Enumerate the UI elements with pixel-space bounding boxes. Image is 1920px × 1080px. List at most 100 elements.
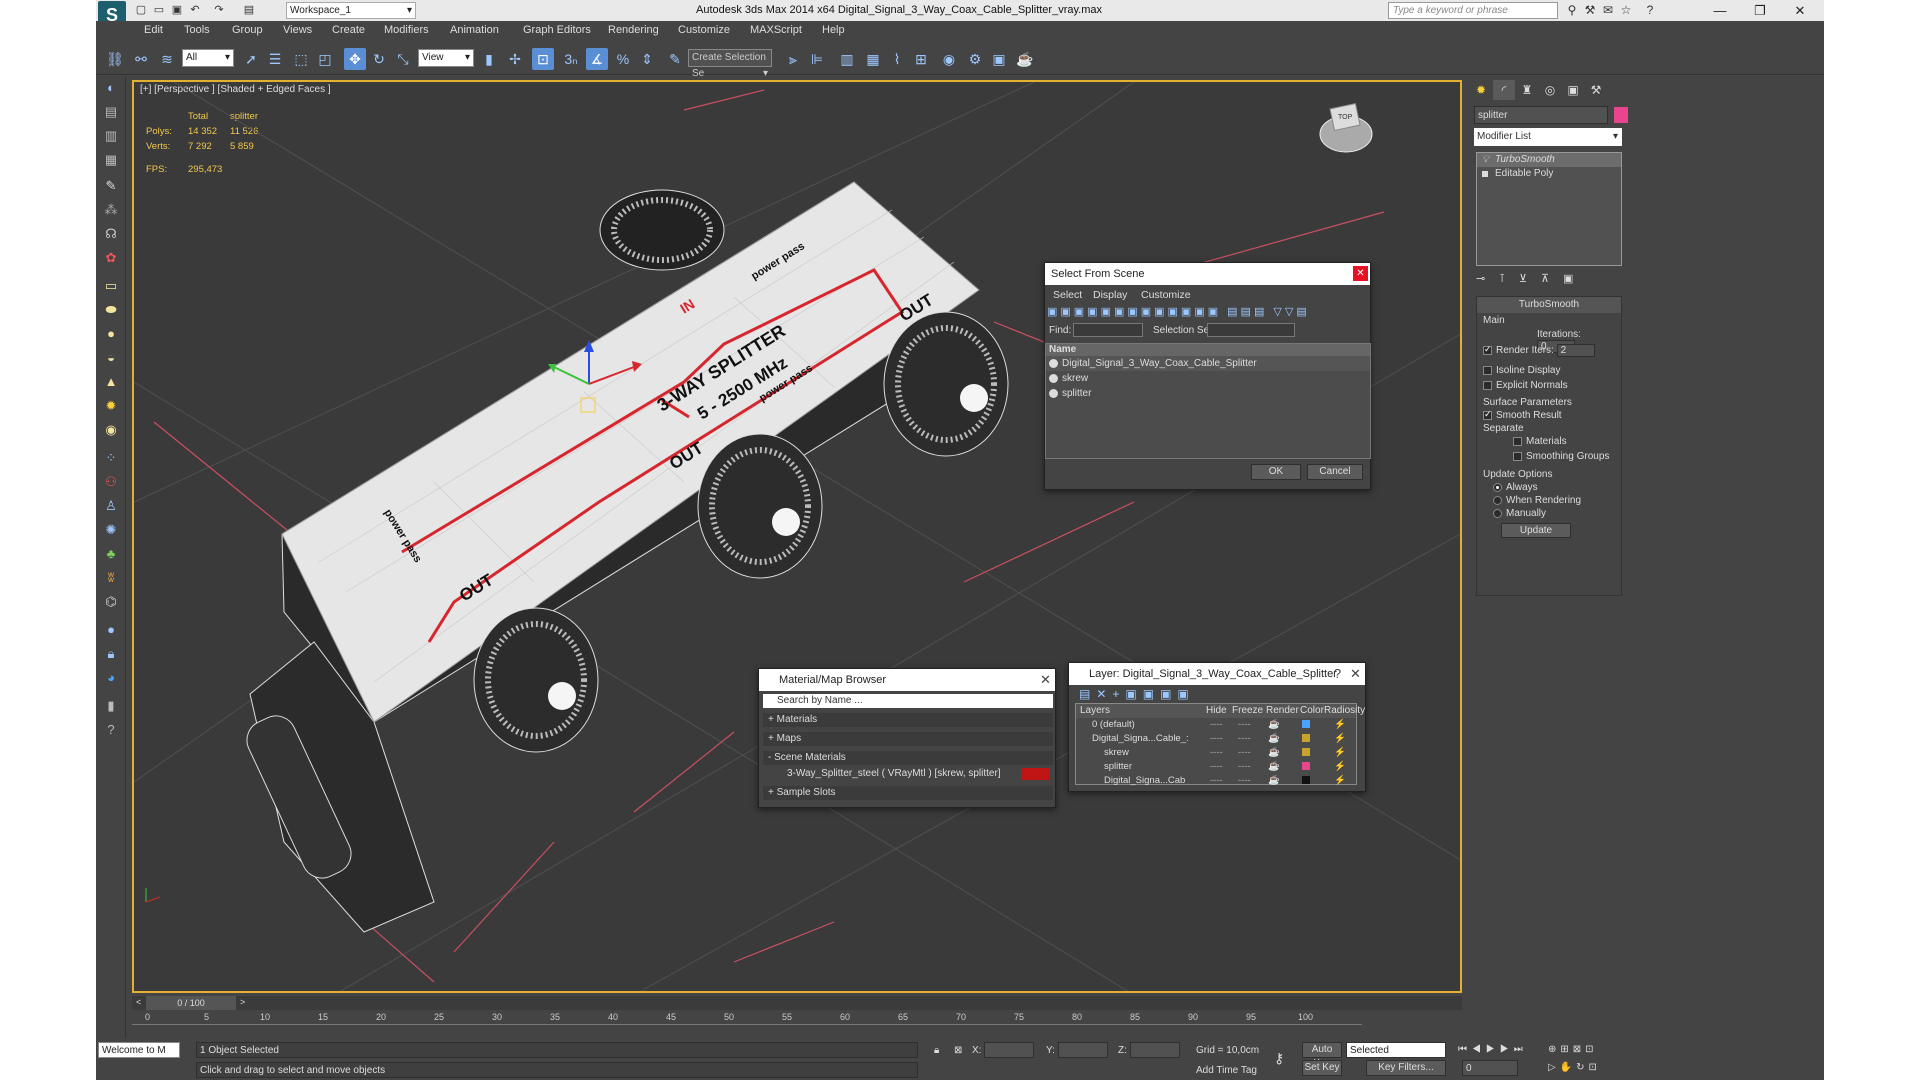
info-icon[interactable]: ? [101,720,121,740]
percent-snap-icon[interactable]: % [612,48,634,70]
layer-row[interactable]: Digital_Signa...Cable_: ---- ---- ☕ ⚡ [1076,732,1356,746]
key-filters-button[interactable]: Key Filters... [1366,1060,1446,1076]
separate-materials-checkbox[interactable] [1513,436,1522,446]
lock-selection-icon[interactable]: 🔒︎ [934,1045,939,1056]
minimize-button[interactable]: — [1700,0,1740,21]
menu-views[interactable]: Views [283,24,312,36]
edit-named-sel-icon[interactable]: ✎ [664,48,686,70]
ribbon-icon[interactable]: ▦ [862,48,884,70]
grid-icon[interactable]: ▦ [101,150,121,170]
viewport-nav-controls[interactable]: ⊕⊞⊠⊡ [1548,1044,1598,1055]
new-icon[interactable]: ▢ [134,3,148,17]
communication-icon[interactable]: ✉ [1600,3,1616,18]
set-key-button[interactable]: Set Key [1302,1060,1342,1076]
viewcube[interactable]: TOP [1319,102,1373,153]
perspective-viewport[interactable]: [+] [Perspective ] [Shaded + Edged Faces… [132,80,1462,993]
pyramid-icon[interactable]: ▲ [101,372,121,392]
mmb-maps-group[interactable]: + Maps [763,732,1053,746]
smooth-result-checkbox[interactable] [1483,409,1492,420]
menu-edit[interactable]: Edit [144,24,163,36]
bind-space-warp-icon[interactable]: ≋ [156,48,178,70]
keyboard-shortcut-override-icon[interactable]: ⊡ [532,48,554,70]
light-icon[interactable]: ☊ [101,224,121,244]
particles-icon[interactable]: ⁘ [101,448,121,468]
menu-graph-editors[interactable]: Graph Editors [523,24,591,36]
mmb-close-button[interactable]: ✕ [1038,672,1053,687]
layer-row[interactable]: Digital_Signa...Cab ---- ---- ☕ ⚡ [1076,774,1356,788]
menu-create[interactable]: Create [332,24,365,36]
sun-icon[interactable]: ✹ [101,396,121,416]
layer-row[interactable]: skrew ---- ---- ☕ ⚡ [1076,746,1356,760]
bluesphere-icon[interactable]: ◕ [101,668,121,688]
sfs-item-digital-signal[interactable]: Digital_Signal_3_Way_Coax_Cable_Splitter [1046,356,1370,371]
pivot-center-icon[interactable]: ▮ [478,48,500,70]
hierarchy-tab-icon[interactable]: ♜ [1516,80,1538,100]
search-input[interactable]: Type a keyword or phrase [1388,2,1558,19]
track-bar[interactable]: 0 5 10 15 20 25 30 35 40 45 50 55 60 65 … [132,1012,1462,1036]
time-next-icon[interactable]: > [240,997,245,1007]
favorites-icon[interactable]: ☆ [1618,3,1634,18]
viewport-nav-controls-2[interactable]: ▷✋↻⊡ [1548,1062,1601,1073]
sfs-col-name[interactable]: Name [1046,344,1370,356]
project-folder-icon[interactable]: ▤ [242,3,256,17]
layer-row[interactable]: 0 (default) ---- ---- ☕ ⚡ [1076,718,1356,732]
selection-filter-dropdown[interactable]: All ▾ [182,49,234,67]
window-crossing-icon[interactable]: ◰ [314,48,336,70]
menu-customize[interactable]: Customize [678,24,730,36]
unlink-icon[interactable]: ⚯ [130,48,152,70]
subscription-icon[interactable]: ⚒ [1582,3,1598,18]
update-always-radio[interactable] [1493,482,1502,492]
redo-icon[interactable]: ↷ [212,3,226,17]
stack-item-turbosmooth[interactable]: 💡︎ TurboSmooth [1477,153,1621,167]
render-icon[interactable]: ▤ [101,102,121,122]
bowl-icon[interactable]: ◒ [101,348,121,368]
sfs-find-input[interactable] [1073,323,1143,337]
sfs-item-skrew[interactable]: skrew [1046,371,1370,386]
key-mode-dropdown[interactable]: Selected [1346,1042,1446,1058]
sfs-cancel-button[interactable]: Cancel [1307,464,1363,480]
menu-rendering[interactable]: Rendering [608,24,659,36]
rect-selection-icon[interactable]: ⬚ [290,48,312,70]
update-rendering-radio[interactable] [1493,495,1502,505]
key-icon[interactable]: ⚷ [1274,1050,1284,1067]
rollout-title[interactable]: TurboSmooth [1477,297,1621,313]
menu-animation[interactable]: Animation [450,24,499,36]
sfs-ok-button[interactable]: OK [1251,464,1301,480]
menu-modifiers[interactable]: Modifiers [384,24,429,36]
display-tab-icon[interactable]: ▣ [1562,80,1584,100]
render-iters-spinner[interactable]: 2 [1556,344,1595,357]
curve-editor-icon[interactable]: ⌇ [886,48,908,70]
close-button[interactable]: ✕ [1780,0,1820,21]
sfs-menu-display[interactable]: Display [1093,289,1127,301]
absolute-mode-icon[interactable]: ⊠ [954,1045,962,1056]
playback-controls[interactable]: ⏮◀▶▶⏭ [1458,1044,1528,1055]
graphite-icon[interactable]: ◐ [101,78,121,98]
menu-help[interactable]: Help [822,24,845,36]
cone-icon[interactable]: ⬬ [101,300,121,320]
menu-group[interactable]: Group [232,24,263,36]
render-setup-icon[interactable]: ⚙ [964,48,986,70]
object-name-input[interactable]: splitter [1474,106,1608,124]
named-selection-dropdown[interactable]: Create Selection Se ▾ [688,49,772,79]
panel-icon[interactable]: ▥ [101,126,121,146]
open-icon[interactable]: ▭ [152,3,166,17]
spinner-snap-icon[interactable]: ⇕ [636,48,658,70]
create-tab-icon[interactable]: ✹ [1470,80,1492,100]
time-prev-icon[interactable]: < [136,997,141,1007]
manipulate-icon[interactable]: ✢ [504,48,526,70]
mirror-icon[interactable]: ⫸ [782,48,804,70]
rendered-frame-icon[interactable]: ▣ [988,48,1010,70]
schematic-view-icon[interactable]: ⊞ [910,48,932,70]
modify-tab-icon[interactable]: ◜ [1493,80,1515,100]
stack-item-editable-poly[interactable]: Editable Poly [1477,167,1621,181]
time-slider-thumb[interactable]: 0 / 100 [146,996,236,1010]
utilities-tab-icon[interactable]: ⚒ [1585,80,1607,100]
disc-icon[interactable]: ◉ [101,420,121,440]
sfs-menu-customize[interactable]: Customize [1141,289,1191,301]
time-slider[interactable]: < 0 / 100 > [132,996,1462,1010]
maxscript-listener[interactable]: Welcome to M [98,1042,180,1058]
lock-icon[interactable]: 🔒︎ [101,644,121,664]
dialog-close-button[interactable]: ✕ [1353,266,1368,281]
angle-snap-icon[interactable]: ∡ [586,48,608,70]
save-icon[interactable]: ▣ [170,3,184,17]
